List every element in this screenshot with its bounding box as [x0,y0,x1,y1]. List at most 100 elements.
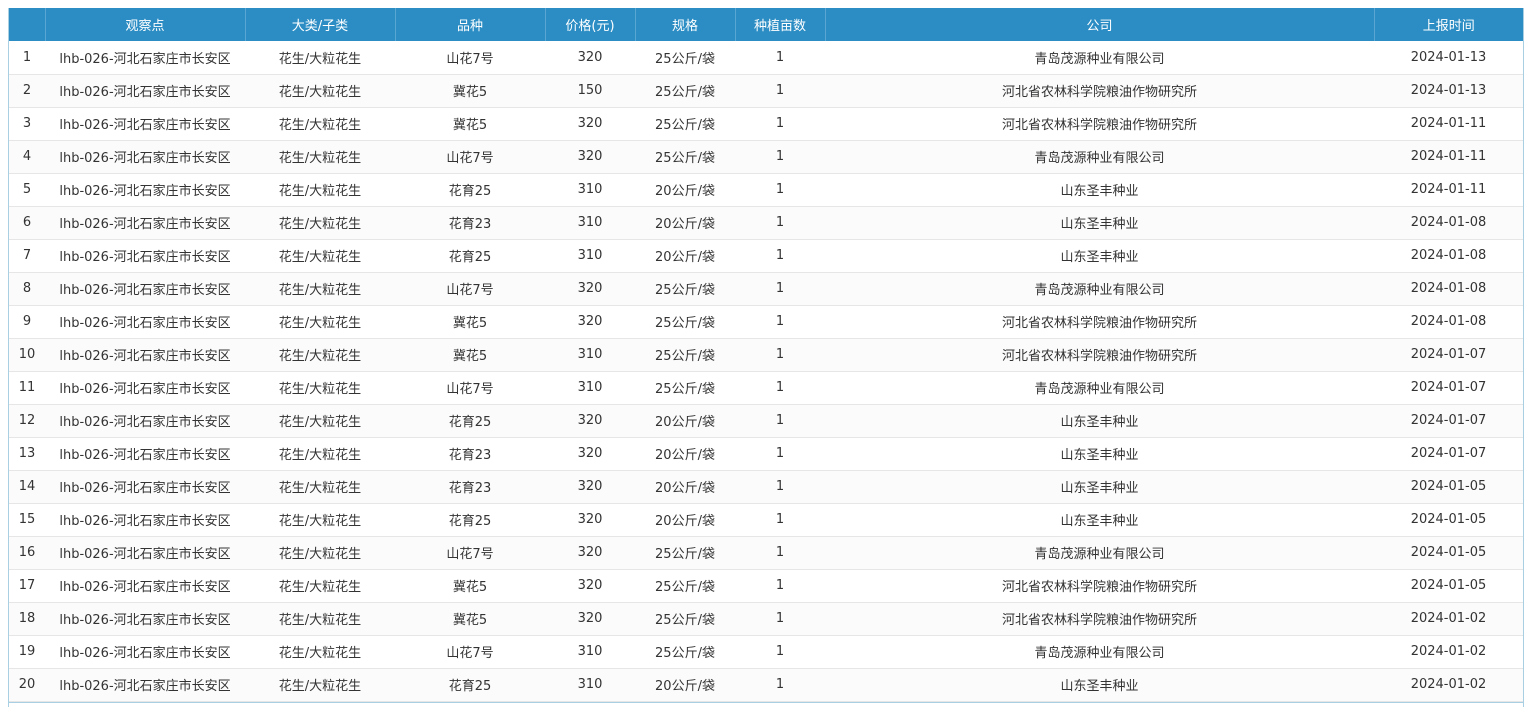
cell-observation-point: lhb-026-河北石家庄市长安区 [59,250,231,265]
table-row[interactable]: 4 lhb-026-河北石家庄市长安区 花生/大粒花生 山花7号 320 25公斤/袋 1 青… [9,140,1523,173]
cell-observation-point: lhb-026-河北石家庄市长安区 [59,217,231,232]
table-row[interactable]: 15 lhb-026-河北石家庄市长安区 花生/大粒花生 花育25 320 20公斤/袋 1… [9,503,1523,536]
table-row[interactable]: 7 lhb-026-河北石家庄市长安区 花生/大粒花生 花育25 310 20公斤/袋 1 山… [9,239,1523,272]
cell-planting-area: 1 [775,611,785,626]
cell-company: 青岛茂源种业有限公司 [1034,382,1165,397]
data-table-container: 观察点 大类/子类 品种 价格(元) 规格 种植亩数 公司 上报时间 1 lhb-026-河北石… [8,8,1524,707]
column-header-category[interactable]: 大类/子类 [245,8,396,41]
cell-spec: 25公斤/袋 [655,547,715,562]
cell-planting-area: 1 [775,149,785,164]
cell-planting-area: 1 [775,380,785,395]
cell-price: 320 [577,413,603,428]
cell-category: 花生/大粒花生 [278,646,362,661]
table-row[interactable]: 5 lhb-026-河北石家庄市长安区 花生/大粒花生 花育25 310 20公斤/袋 1 山… [9,173,1523,206]
cell-spec: 20公斤/袋 [655,448,715,463]
column-header-spec[interactable]: 规格 [635,8,736,41]
table-row[interactable]: 11 lhb-026-河北石家庄市长安区 花生/大粒花生 山花7号 310 25公斤/袋 1… [9,371,1523,404]
cell-report-time: 2024-01-05 [1410,479,1487,494]
column-header-observation-point[interactable]: 观察点 [45,8,246,41]
cell-spec: 20公斤/袋 [655,250,715,265]
column-header-variety[interactable]: 品种 [395,8,546,41]
cell-index: 17 [18,578,36,593]
cell-company: 青岛茂源种业有限公司 [1034,646,1165,661]
cell-variety: 山花7号 [446,151,494,166]
cell-planting-area: 1 [775,116,785,131]
cell-company: 山东圣丰种业 [1060,415,1139,430]
cell-index: 14 [18,479,36,494]
cell-category: 花生/大粒花生 [278,481,362,496]
table-row[interactable]: 3 lhb-026-河北石家庄市长安区 花生/大粒花生 冀花5 320 25公斤/袋 1 河北… [9,107,1523,140]
cell-observation-point: lhb-026-河北石家庄市长安区 [59,415,231,430]
cell-planting-area: 1 [775,281,785,296]
cell-spec: 20公斤/袋 [655,415,715,430]
column-header-planting-area[interactable]: 种植亩数 [735,8,826,41]
table-row[interactable]: 20 lhb-026-河北石家庄市长安区 花生/大粒花生 花育25 310 20公斤/袋 1… [9,668,1523,701]
cell-planting-area: 1 [775,83,785,98]
cell-variety: 山花7号 [446,382,494,397]
table-row[interactable]: 12 lhb-026-河北石家庄市长安区 花生/大粒花生 花育25 320 20公斤/袋 1… [9,404,1523,437]
cell-variety: 花育25 [448,679,492,694]
cell-company: 山东圣丰种业 [1060,514,1139,529]
cell-index: 2 [22,83,32,98]
table-row[interactable]: 19 lhb-026-河北石家庄市长安区 花生/大粒花生 山花7号 310 25公斤/袋 1… [9,635,1523,668]
cell-price: 320 [577,611,603,626]
cell-category: 花生/大粒花生 [278,151,362,166]
column-header-price[interactable]: 价格(元) [545,8,636,41]
cell-price: 310 [577,380,603,395]
cell-index: 12 [18,413,36,428]
cell-index: 6 [22,215,32,230]
cell-spec: 20公斤/袋 [655,184,715,199]
cell-report-time: 2024-01-11 [1410,182,1487,197]
cell-observation-point: lhb-026-河北石家庄市长安区 [59,283,231,298]
cell-observation-point: lhb-026-河北石家庄市长安区 [59,349,231,364]
cell-price: 310 [577,677,603,692]
cell-variety: 冀花5 [452,613,488,628]
cell-price: 150 [577,83,603,98]
table-row[interactable]: 14 lhb-026-河北石家庄市长安区 花生/大粒花生 花育23 320 20公斤/袋 1… [9,470,1523,503]
table-bottom-border [8,702,1524,703]
cell-observation-point: lhb-026-河北石家庄市长安区 [59,118,231,133]
table-row[interactable]: 2 lhb-026-河北石家庄市长安区 花生/大粒花生 冀花5 150 25公斤/袋 1 河北… [9,74,1523,107]
cell-variety: 山花7号 [446,283,494,298]
cell-report-time: 2024-01-05 [1410,545,1487,560]
cell-variety: 山花7号 [446,51,494,67]
cell-price: 320 [577,149,603,164]
cell-observation-point: lhb-026-河北石家庄市长安区 [59,51,231,67]
table-row[interactable]: 10 lhb-026-河北石家庄市长安区 花生/大粒花生 冀花5 310 25公斤/袋 1 河… [9,338,1523,371]
cell-report-time: 2024-01-13 [1410,49,1487,65]
table-row[interactable]: 13 lhb-026-河北石家庄市长安区 花生/大粒花生 花育23 320 20公斤/袋 1… [9,437,1523,470]
data-table: 观察点 大类/子类 品种 价格(元) 规格 种植亩数 公司 上报时间 1 lhb-026-河北石… [9,8,1523,702]
column-header-index[interactable] [9,8,46,41]
column-header-company[interactable]: 公司 [825,8,1375,41]
cell-index: 15 [18,512,36,527]
cell-variety: 花育23 [448,217,492,232]
cell-index: 16 [18,545,36,560]
table-row[interactable]: 6 lhb-026-河北石家庄市长安区 花生/大粒花生 花育23 310 20公斤/袋 1 山… [9,206,1523,239]
cell-company: 山东圣丰种业 [1060,184,1139,199]
table-row[interactable]: 16 lhb-026-河北石家庄市长安区 花生/大粒花生 山花7号 320 25公斤/袋 1… [9,536,1523,569]
cell-company: 河北省农林科学院粮油作物研究所 [1001,580,1197,595]
column-header-report-time[interactable]: 上报时间 [1374,8,1523,41]
table-row[interactable]: 18 lhb-026-河北石家庄市长安区 花生/大粒花生 冀花5 320 25公斤/袋 1 河… [9,602,1523,635]
cell-observation-point: lhb-026-河北石家庄市长安区 [59,514,231,529]
table-row[interactable]: 17 lhb-026-河北石家庄市长安区 花生/大粒花生 冀花5 320 25公斤/袋 1 河… [9,569,1523,602]
cell-report-time: 2024-01-02 [1410,677,1487,692]
cell-report-time: 2024-01-02 [1410,644,1487,659]
cell-planting-area: 1 [775,644,785,659]
cell-index: 10 [18,347,36,362]
cell-variety: 花育25 [448,514,492,529]
cell-report-time: 2024-01-11 [1410,116,1487,131]
cell-report-time: 2024-01-08 [1410,215,1487,230]
table-row[interactable]: 1 lhb-026-河北石家庄市长安区 花生/大粒花生 山花7号 320 25公斤/袋 1 青… [9,41,1523,74]
cell-variety: 花育23 [448,481,492,496]
table-row[interactable]: 8 lhb-026-河北石家庄市长安区 花生/大粒花生 山花7号 320 25公斤/袋 1 青… [9,272,1523,305]
cell-planting-area: 1 [775,479,785,494]
cell-company: 山东圣丰种业 [1060,448,1139,463]
cell-index: 7 [22,248,32,263]
cell-spec: 25公斤/袋 [655,349,715,364]
cell-price: 320 [577,116,603,131]
cell-company: 青岛茂源种业有限公司 [1034,51,1165,67]
table-row[interactable]: 9 lhb-026-河北石家庄市长安区 花生/大粒花生 冀花5 320 25公斤/袋 1 河北… [9,305,1523,338]
cell-observation-point: lhb-026-河北石家庄市长安区 [59,613,231,628]
cell-report-time: 2024-01-02 [1410,611,1487,626]
